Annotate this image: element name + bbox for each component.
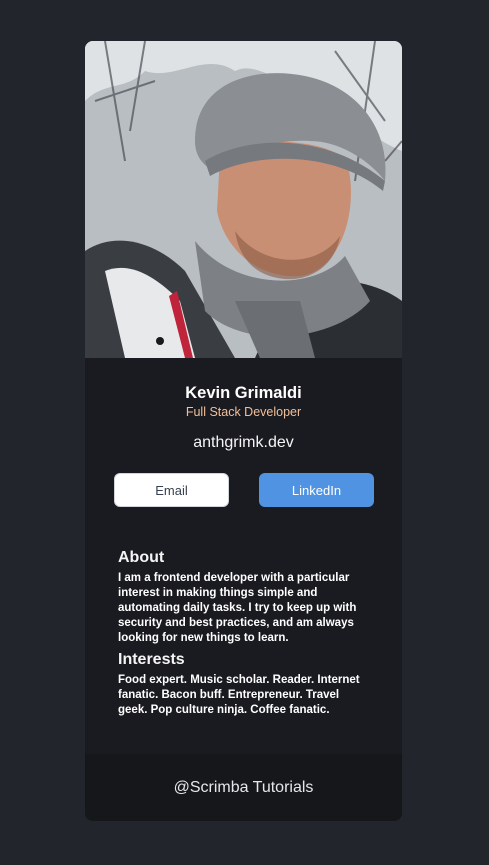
interests-heading: Interests	[118, 651, 185, 668]
profile-role: Full Stack Developer	[185, 405, 302, 419]
profile-photo-illustration	[85, 41, 402, 358]
about-text: I am a frontend developer with a particu…	[118, 572, 357, 644]
profile-photo	[85, 41, 402, 358]
profile-website[interactable]: anthgrimk.dev	[85, 433, 402, 453]
footer-text: @Scrimba Tutorials	[173, 778, 314, 796]
identity-section: Kevin Grimaldi Full Stack Developer anth…	[85, 358, 402, 453]
page: Kevin Grimaldi Full Stack Developer anth…	[0, 0, 489, 865]
card-footer: @Scrimba Tutorials	[85, 754, 402, 821]
linkedin-button[interactable]: LinkedIn	[259, 473, 374, 507]
bio-content: About I am a frontend developer with a p…	[85, 548, 402, 718]
about-heading: About	[118, 549, 165, 566]
linkedin-button-label: LinkedIn	[291, 482, 342, 498]
email-button[interactable]: Email	[114, 473, 229, 507]
interests-text: Food expert. Music scholar. Reader. Inte…	[118, 674, 360, 716]
profile-name: Kevin Grimaldi	[185, 384, 302, 402]
email-button-label: Email	[155, 482, 188, 498]
contact-buttons: Email LinkedIn	[85, 473, 402, 507]
profile-card: Kevin Grimaldi Full Stack Developer anth…	[85, 41, 402, 821]
